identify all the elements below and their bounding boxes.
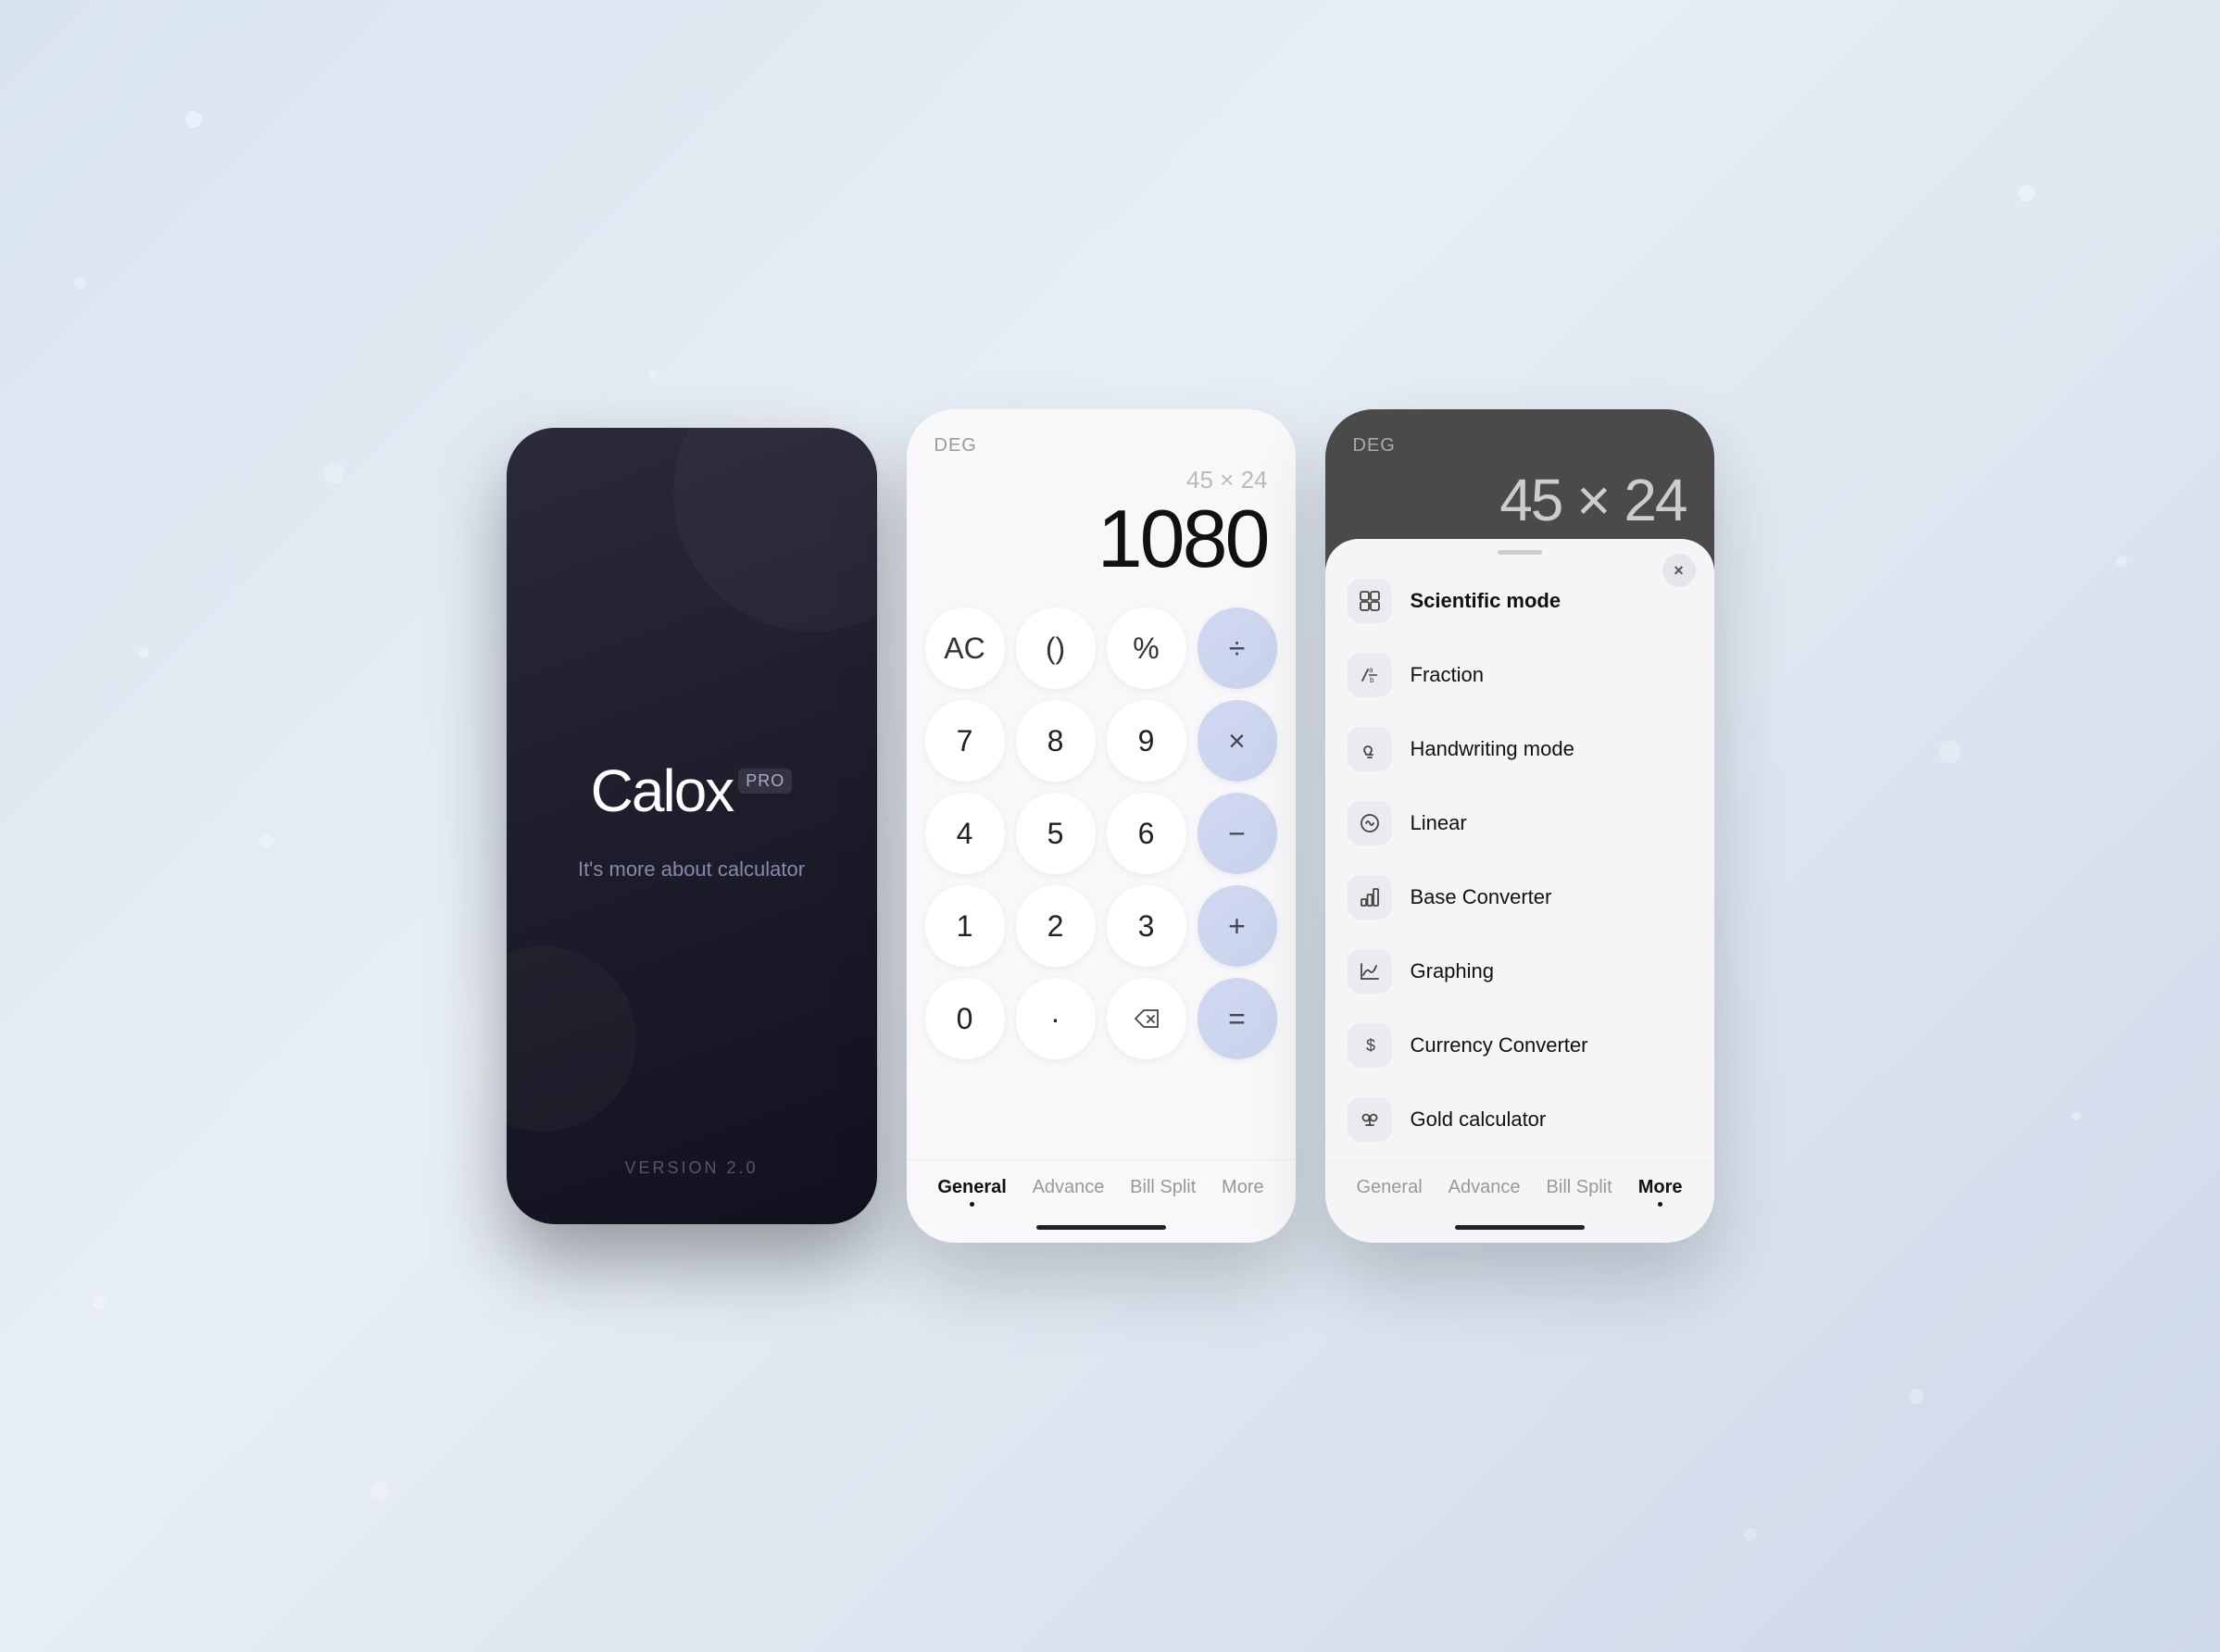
app-name: Calox xyxy=(591,761,734,820)
menu-tab-more-label: More xyxy=(1638,1177,1683,1198)
screens-container: Calox PRO It's more about calculator VER… xyxy=(507,409,1714,1243)
scientific-mode-icon xyxy=(1348,579,1392,623)
btn-2[interactable]: 2 xyxy=(1016,885,1096,967)
tab-more-label: More xyxy=(1222,1177,1264,1198)
handwriting-label: Handwriting mode xyxy=(1411,737,1574,761)
btn-4[interactable]: 4 xyxy=(925,793,1005,874)
graphing-label: Graphing xyxy=(1411,959,1495,983)
menu-item-scientific[interactable]: Scientific mode xyxy=(1325,564,1714,638)
phone-dark: Calox PRO It's more about calculator VER… xyxy=(507,428,877,1224)
menu-tab-general[interactable]: General xyxy=(1348,1173,1432,1210)
gold-label: Gold calculator xyxy=(1411,1108,1547,1132)
btn-ac[interactable]: AC xyxy=(925,607,1005,689)
menu-tab-general-label: General xyxy=(1357,1177,1423,1198)
menu-home-indicator xyxy=(1455,1225,1585,1230)
btn-percent[interactable]: % xyxy=(1107,607,1186,689)
btn-8[interactable]: 8 xyxy=(1016,700,1096,782)
phone-right: DEG 45 × 24 × Scienti xyxy=(1325,409,1714,1243)
menu-item-base-converter[interactable]: Base Converter xyxy=(1325,860,1714,934)
calc-buttons: AC () % ÷ 7 8 9 × 4 5 6 − 1 2 xyxy=(907,598,1296,1159)
scientific-mode-label: Scientific mode xyxy=(1411,589,1562,613)
btn-paren[interactable]: () xyxy=(1016,607,1096,689)
btn-divide[interactable]: ÷ xyxy=(1198,607,1277,689)
tab-general-dot xyxy=(970,1202,974,1207)
btn-row-4: 1 2 3 + xyxy=(925,885,1277,967)
calc-header: DEG xyxy=(907,409,1296,457)
fraction-label: Fraction xyxy=(1411,663,1484,687)
tab-billsplit[interactable]: Bill Split xyxy=(1121,1173,1205,1210)
dark-logo: Calox PRO xyxy=(591,761,793,820)
menu-item-currency[interactable]: $ Currency Converter xyxy=(1325,1008,1714,1083)
btn-1[interactable]: 1 xyxy=(925,885,1005,967)
calc-display: 45 × 24 1080 xyxy=(907,457,1296,598)
tab-general[interactable]: General xyxy=(928,1173,1015,1210)
menu-tabs: General Advance Bill Split More xyxy=(1325,1161,1714,1220)
btn-multiply[interactable]: × xyxy=(1198,700,1277,782)
menu-tab-billsplit[interactable]: Bill Split xyxy=(1537,1173,1622,1210)
base-converter-icon xyxy=(1348,875,1392,920)
btn-row-3: 4 5 6 − xyxy=(925,793,1277,874)
menu-item-graphing[interactable]: Graphing xyxy=(1325,934,1714,1008)
menu-tab-billsplit-label: Bill Split xyxy=(1547,1177,1612,1198)
menu-items: Scientific mode a b Fraction xyxy=(1325,555,1714,1161)
gold-icon xyxy=(1348,1097,1392,1142)
btn-9[interactable]: 9 xyxy=(1107,700,1186,782)
calc-result: 1080 xyxy=(934,498,1268,580)
btn-row-1: AC () % ÷ xyxy=(925,607,1277,689)
btn-backspace[interactable] xyxy=(1107,978,1186,1059)
tab-advance[interactable]: Advance xyxy=(1023,1173,1114,1210)
handwriting-icon xyxy=(1348,727,1392,771)
menu-tab-more[interactable]: More xyxy=(1629,1173,1692,1210)
menu-item-handwriting[interactable]: Handwriting mode xyxy=(1325,712,1714,786)
pro-badge: PRO xyxy=(738,769,792,794)
phone-white: DEG 45 × 24 1080 AC () % ÷ 7 8 9 × 4 xyxy=(907,409,1296,1243)
currency-icon: $ xyxy=(1348,1023,1392,1068)
btn-dot[interactable]: · xyxy=(1016,978,1096,1059)
svg-text:$: $ xyxy=(1366,1036,1375,1055)
svg-text:b: b xyxy=(1370,676,1374,684)
blurred-expression: 45 × 24 xyxy=(1353,457,1687,534)
menu-tab-advance-label: Advance xyxy=(1449,1177,1521,1198)
menu-tab-more-dot xyxy=(1658,1202,1662,1207)
menu-item-linear[interactable]: Linear xyxy=(1325,786,1714,860)
calc-tabs: General Advance Bill Split More xyxy=(907,1159,1296,1220)
close-button[interactable]: × xyxy=(1662,554,1696,587)
btn-row-5: 0 · = xyxy=(925,978,1277,1059)
menu-item-gold[interactable]: Gold calculator xyxy=(1325,1083,1714,1157)
btn-add[interactable]: + xyxy=(1198,885,1277,967)
menu-sheet: × Scientific mode xyxy=(1325,539,1714,1243)
tagline: It's more about calculator xyxy=(578,857,805,882)
linear-label: Linear xyxy=(1411,811,1467,835)
btn-0[interactable]: 0 xyxy=(925,978,1005,1059)
tab-billsplit-label: Bill Split xyxy=(1130,1177,1196,1198)
svg-text:a: a xyxy=(1369,666,1373,674)
currency-label: Currency Converter xyxy=(1411,1033,1588,1058)
tab-advance-label: Advance xyxy=(1033,1177,1105,1198)
calc-expression: 45 × 24 xyxy=(934,466,1268,494)
menu-tab-advance[interactable]: Advance xyxy=(1439,1173,1530,1210)
btn-row-2: 7 8 9 × xyxy=(925,700,1277,782)
version-label: VERSION 2.0 xyxy=(624,1158,758,1178)
tab-more[interactable]: More xyxy=(1212,1173,1273,1210)
btn-5[interactable]: 5 xyxy=(1016,793,1096,874)
blurred-deg: DEG xyxy=(1353,435,1687,457)
home-indicator xyxy=(1036,1225,1166,1230)
btn-subtract[interactable]: − xyxy=(1198,793,1277,874)
menu-item-fraction[interactable]: a b Fraction xyxy=(1325,638,1714,712)
graphing-icon xyxy=(1348,949,1392,994)
linear-icon xyxy=(1348,801,1392,845)
btn-6[interactable]: 6 xyxy=(1107,793,1186,874)
deg-label: DEG xyxy=(934,435,977,457)
tab-general-label: General xyxy=(937,1177,1006,1198)
btn-7[interactable]: 7 xyxy=(925,700,1005,782)
btn-equals[interactable]: = xyxy=(1198,978,1277,1059)
fraction-icon: a b xyxy=(1348,653,1392,697)
btn-3[interactable]: 3 xyxy=(1107,885,1186,967)
base-converter-label: Base Converter xyxy=(1411,885,1552,909)
